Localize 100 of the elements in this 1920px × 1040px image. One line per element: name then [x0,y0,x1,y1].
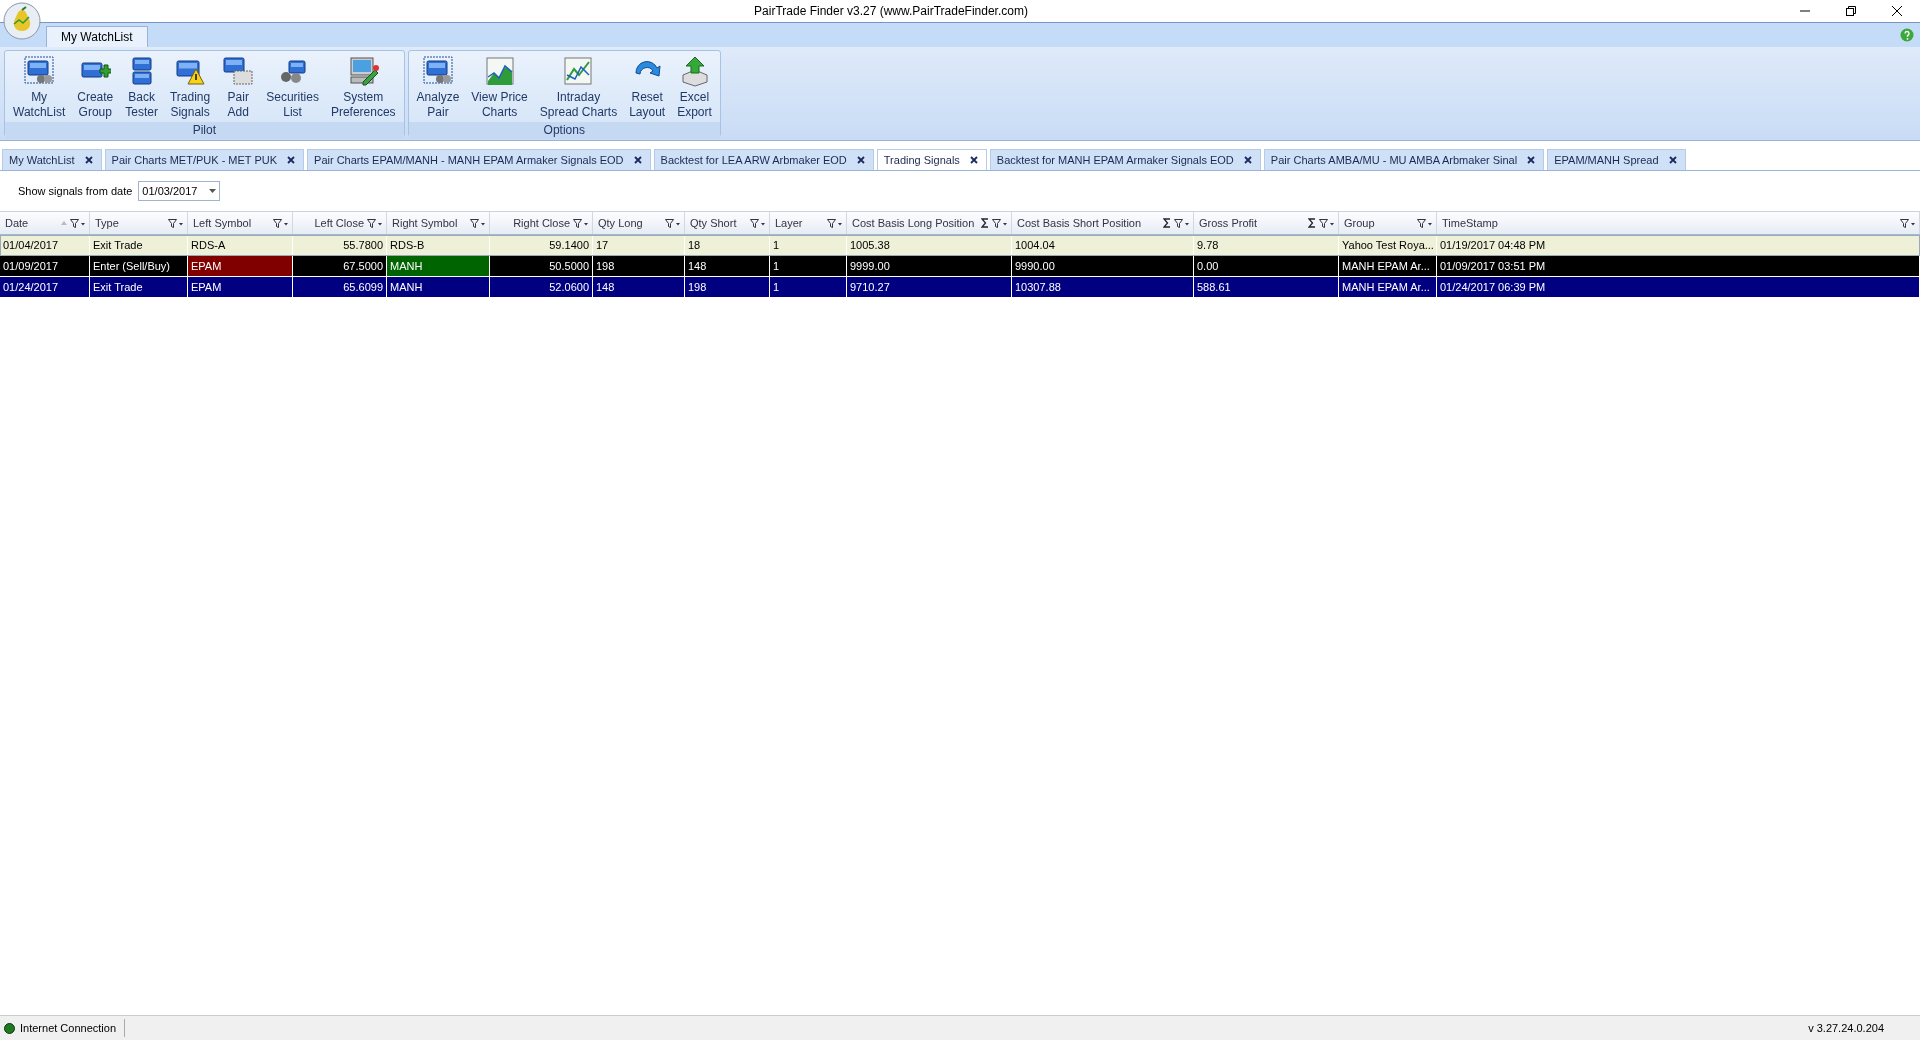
column-header[interactable]: Right Close [490,212,593,234]
filter-icon[interactable] [1417,218,1432,228]
table-cell: 1004.04 [1012,235,1194,255]
table-cell: 1 [770,256,847,276]
table-cell: 1005.38 [847,235,1012,255]
table-cell: Yahoo Test Roya... [1339,235,1437,255]
version-label: v 3.27.24.0.204 [1808,1022,1885,1034]
table-row[interactable]: 01/24/2017 Exit Trade EPAM 65.6099 MANH 52.0600 148 198 1 9710.27 10307.88 588.61 MANH EPAM Ar... 01/24/2017 06:39 PM [0,277,1920,298]
ribbon-button[interactable]: Excel Export [671,53,718,122]
ribbon-button[interactable]: Back Tester [119,53,164,122]
document-tab[interactable]: Backtest for LEA ARW Arbmaker EOD [653,149,874,170]
sum-icon[interactable] [981,218,989,228]
column-header[interactable]: Gross Profit [1194,212,1339,234]
table-cell: 9710.27 [847,277,1012,297]
column-header[interactable]: Group [1339,212,1437,234]
ribbon-button[interactable]: My WatchList [7,53,72,122]
column-header[interactable]: Left Close [293,212,387,234]
ribbon-button[interactable]: Analyze Pair [410,53,466,122]
line-chart-icon [562,55,595,87]
ribbon-button[interactable]: Securities List [260,53,325,122]
ribbon-button[interactable]: Create Group [71,53,120,122]
filter-icon[interactable] [573,218,588,228]
table-cell: 01/09/2017 [0,256,90,276]
close-icon[interactable] [1243,156,1252,164]
date-field[interactable]: 01/03/2017 [138,181,221,201]
ribbon-tab[interactable]: My WatchList [46,26,148,47]
close-icon[interactable] [856,156,865,164]
ribbon-button[interactable]: Reset Layout [623,53,672,122]
column-header[interactable]: Cost Basis Short Position [1012,212,1194,234]
table-cell: 18 [685,235,770,255]
table-cell: RDS-B [387,235,490,255]
document-tab[interactable]: Pair Charts MET/PUK - MET PUK [104,149,305,170]
close-icon[interactable] [1668,156,1677,164]
filter-icon[interactable] [1319,218,1334,228]
document-tab[interactable]: Pair Charts AMBA/MU - MU AMBA Arbmaker Sinal [1263,149,1545,170]
table-row[interactable]: 01/04/2017 Exit Trade RDS-A 55.7800 RDS-B 59.1400 17 18 1 1005.38 1004.04 9.78 Yahoo Test Roya... 01/19/2017 04:48 PM [0,235,1920,256]
table-cell: 0.00 [1194,256,1339,276]
binoculars-monitor-icon [23,55,56,87]
filter-icon[interactable] [665,218,680,228]
table-cell: 17 [593,235,685,255]
table-cell: 198 [593,256,685,276]
close-icon[interactable] [969,156,978,164]
dropdown-icon [209,189,217,193]
ribbon-button[interactable]: Intraday Spread Charts [533,53,624,122]
column-header[interactable]: Qty Long [593,212,685,234]
group-label: Pilot [5,122,404,139]
table-row[interactable]: 01/09/2017 Enter (Sell/Buy) EPAM 67.5000 MANH 50.5000 198 148 1 9999.00 9990.00 0.00 MANH EPAM Ar... 01/09/2017 03:51 PM [0,256,1920,277]
document-tab[interactable]: EPAM/MANH Spread [1547,149,1686,170]
table-cell: 148 [593,277,685,297]
table-cell: 59.1400 [490,235,593,255]
close-icon[interactable] [633,156,642,164]
ribbon-button[interactable]: Pair Add [216,53,261,122]
restore-icon [1845,5,1857,17]
filter-icon[interactable] [273,218,288,228]
document-tab[interactable]: Pair Charts EPAM/MANH - MANH EPAM Armaker Signals EOD [307,149,651,170]
table-cell: 55.7800 [293,235,387,255]
column-header[interactable]: Left Symbol [188,212,293,234]
filter-icon[interactable] [750,218,765,228]
filter-icon[interactable] [1900,218,1915,228]
column-header[interactable]: Date [0,212,90,234]
table-cell: 01/24/2017 [0,277,90,297]
close-icon[interactable] [84,156,93,164]
sort-icon [61,221,67,225]
document-tab[interactable]: Backtest for MANH EPAM Armaker Signals EOD [989,149,1261,170]
document-tab[interactable]: Trading Signals [876,149,987,170]
sum-icon[interactable] [1163,218,1171,228]
table-cell: 588.61 [1194,277,1339,297]
table-cell: 9.78 [1194,235,1339,255]
table-cell: Exit Trade [90,277,188,297]
filter-icon[interactable] [1174,218,1189,228]
column-header[interactable]: Layer [770,212,847,234]
computer-pencil-icon [347,55,380,87]
close-icon[interactable] [1527,156,1536,164]
table-cell: MANH EPAM Ar... [1339,277,1437,297]
help-icon[interactable] [1900,28,1914,42]
close-icon [1891,5,1903,17]
table-cell: 01/04/2017 [0,235,90,255]
sum-icon[interactable] [1308,218,1316,228]
ribbon-button[interactable]: System Preferences [324,53,402,122]
column-header[interactable]: Right Symbol [387,212,490,234]
column-header[interactable]: Qty Short [685,212,770,234]
column-header[interactable]: TimeStamp [1437,212,1920,234]
filter-icon[interactable] [992,218,1007,228]
filter-icon[interactable] [827,218,842,228]
table-cell: 01/19/2017 04:48 PM [1437,235,1920,255]
filter-icon[interactable] [168,218,183,228]
column-header[interactable]: Cost Basis Long Position [847,212,1012,234]
filter-label: Show signals from date [18,185,133,197]
binoculars-monitor-icon [421,55,454,87]
close-icon[interactable] [287,156,296,164]
filter-icon[interactable] [70,218,85,228]
document-tab[interactable]: My WatchList [2,149,102,170]
column-header[interactable]: Type [90,212,188,234]
table-cell: Exit Trade [90,235,188,255]
table-cell: 52.0600 [490,277,593,297]
ribbon-button[interactable]: Trading Signals [163,53,217,122]
filter-icon[interactable] [367,218,382,228]
table-cell: EPAM [188,277,293,297]
ribbon-button[interactable]: View Price Charts [465,53,534,122]
filter-icon[interactable] [470,218,485,228]
